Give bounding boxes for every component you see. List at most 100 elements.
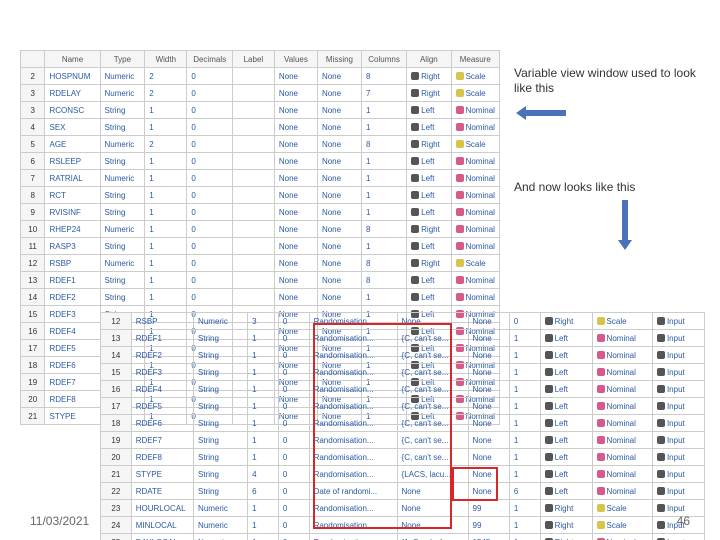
- measure-icon: [545, 368, 553, 376]
- measure-icon: [657, 402, 665, 410]
- measure-icon: [657, 368, 665, 376]
- column-header: Align: [407, 51, 451, 68]
- measure-icon: [456, 72, 464, 80]
- measure-icon: [545, 436, 553, 444]
- arrow-body-icon: [524, 110, 566, 116]
- table-row: 22RDATEString60Date of randomi...NoneNon…: [101, 483, 705, 500]
- measure-icon: [657, 334, 665, 342]
- table-row: 16RDEF4String10Randomisation...{C, can't…: [101, 381, 705, 398]
- footer-page: 46: [677, 514, 690, 528]
- column-header: Width: [145, 51, 187, 68]
- measure-icon: [411, 140, 419, 148]
- measure-icon: [411, 174, 419, 182]
- table-row: 21STYPEString40Randomisation...{LACS, la…: [101, 466, 705, 483]
- measure-icon: [411, 89, 419, 97]
- table-row: 7RATRIALNumeric10NoneNone1LeftNominal: [21, 170, 500, 187]
- measure-icon: [657, 317, 665, 325]
- table-row: 25DAYLOCALNumeric10Randomisation...{1, S…: [101, 534, 705, 540]
- measure-icon: [657, 470, 665, 478]
- measure-icon: [657, 385, 665, 393]
- measure-icon: [456, 208, 464, 216]
- measure-icon: [657, 436, 665, 444]
- measure-icon: [545, 402, 553, 410]
- measure-icon: [456, 191, 464, 199]
- table-row: 14RDEF2String10NoneNone1LeftNominal: [21, 289, 500, 306]
- table-row: 4SEXString10NoneNone1LeftNominal: [21, 119, 500, 136]
- table-row: 9RVISINFString10NoneNone1LeftNominal: [21, 204, 500, 221]
- measure-icon: [657, 487, 665, 495]
- table-row: 12RSBPNumeric10NoneNone8RightScale: [21, 255, 500, 272]
- measure-icon: [597, 317, 605, 325]
- table-row: 11RASP3String10NoneNone1LeftNominal: [21, 238, 500, 255]
- measure-icon: [411, 293, 419, 301]
- measure-icon: [456, 276, 464, 284]
- table-row: 5AGENumeric20NoneNone8RightScale: [21, 136, 500, 153]
- measure-icon: [597, 470, 605, 478]
- measure-icon: [411, 157, 419, 165]
- measure-icon: [545, 453, 553, 461]
- table-row: 15RDEF3String10Randomisation...{C, can't…: [101, 364, 705, 381]
- measure-icon: [597, 351, 605, 359]
- caption-old: Variable view window used to look like t…: [514, 66, 710, 96]
- measure-icon: [597, 385, 605, 393]
- measure-icon: [411, 242, 419, 250]
- measure-icon: [657, 351, 665, 359]
- measure-icon: [411, 123, 419, 131]
- table-row: 10RHEP24Numeric10NoneNone8RightNominal: [21, 221, 500, 238]
- measure-icon: [597, 334, 605, 342]
- measure-icon: [456, 225, 464, 233]
- table-row: 24MINLOCALNumeric10Randomisation...None9…: [101, 517, 705, 534]
- column-header: Type: [100, 51, 145, 68]
- footer-date: 11/03/2021: [30, 514, 89, 528]
- measure-icon: [411, 259, 419, 267]
- table-row: 23HOURLOCALNumeric10Randomisation...None…: [101, 500, 705, 517]
- measure-icon: [456, 242, 464, 250]
- measure-icon: [545, 317, 553, 325]
- column-header: Decimals: [187, 51, 233, 68]
- table-row: 13RDEF1String10Randomisation...{C, can't…: [101, 330, 705, 347]
- column-header: Missing: [317, 51, 361, 68]
- table-row: 20RDEF8String10Randomisation...{C, can't…: [101, 449, 705, 466]
- measure-icon: [456, 293, 464, 301]
- measure-icon: [411, 191, 419, 199]
- table-row: 3RCONSCString10NoneNone1LeftNominal: [21, 102, 500, 119]
- table-row: 17RDEF5String10Randomisation...{C, can't…: [101, 398, 705, 415]
- table-row: 8RCTString10NoneNone1LeftNominal: [21, 187, 500, 204]
- measure-icon: [411, 208, 419, 216]
- table-row: 14RDEF2String10Randomisation...{C, can't…: [101, 347, 705, 364]
- column-header: Label: [232, 51, 274, 68]
- measure-icon: [545, 487, 553, 495]
- measure-icon: [657, 521, 665, 529]
- table-row: 12RSBPNumeric30RandomisationNoneNone0Rig…: [101, 313, 705, 330]
- measure-icon: [411, 106, 419, 114]
- measure-icon: [411, 276, 419, 284]
- measure-icon: [545, 470, 553, 478]
- arrow-left-to-old: [516, 106, 566, 120]
- variable-view-new-table: 12RSBPNumeric30RandomisationNoneNone0Rig…: [100, 312, 705, 540]
- measure-icon: [456, 174, 464, 182]
- caption-new: And now looks like this: [514, 180, 710, 195]
- measure-icon: [411, 225, 419, 233]
- table-row: 3RDELAYNumeric20NoneNone7RightScale: [21, 85, 500, 102]
- measure-icon: [597, 453, 605, 461]
- measure-icon: [545, 334, 553, 342]
- table-row: 2HOSPNUMNumeric20NoneNone8RightScale: [21, 68, 500, 85]
- measure-icon: [456, 106, 464, 114]
- column-header: Measure: [451, 51, 499, 68]
- measure-icon: [657, 419, 665, 427]
- measure-icon: [657, 453, 665, 461]
- measure-icon: [456, 140, 464, 148]
- measure-icon: [597, 487, 605, 495]
- measure-icon: [597, 419, 605, 427]
- measure-icon: [456, 89, 464, 97]
- measure-icon: [456, 157, 464, 165]
- column-header: Columns: [361, 51, 406, 68]
- column-header: Name: [45, 51, 100, 68]
- measure-icon: [597, 436, 605, 444]
- table-row: 19RDEF7String10Randomisation...{C, can't…: [101, 432, 705, 449]
- measure-icon: [657, 504, 665, 512]
- measure-icon: [411, 72, 419, 80]
- table-row: 6RSLEEPString10NoneNone1LeftNominal: [21, 153, 500, 170]
- measure-icon: [545, 504, 553, 512]
- measure-icon: [456, 259, 464, 267]
